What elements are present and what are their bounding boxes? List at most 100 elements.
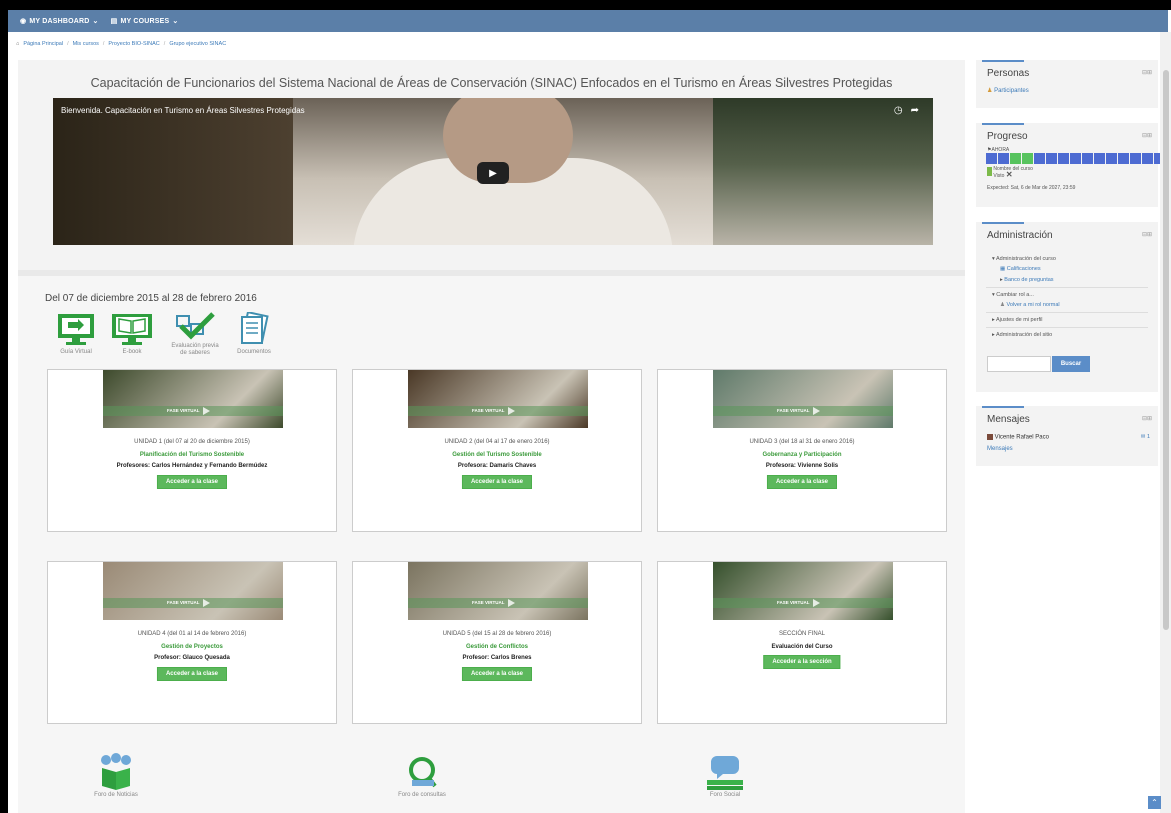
block-administracion: Administración ⊟⊞ ▾ Administración del c… xyxy=(976,222,1158,392)
unit-image xyxy=(713,562,893,620)
progress-square[interactable] xyxy=(1070,153,1081,164)
tool-label: Documentos xyxy=(237,349,271,355)
chevron-down-icon: ⌄ xyxy=(92,18,99,25)
tool-ebook[interactable]: E-book xyxy=(108,312,156,356)
progress-square[interactable] xyxy=(1118,153,1129,164)
legend-color-icon xyxy=(987,167,992,176)
unit-card-3: FASE VIRTUAL UNIDAD 3 (del 18 al 31 de e… xyxy=(657,369,947,532)
unit-card-final: FASE VIRTUAL SECCIÓN FINAL Evaluación de… xyxy=(657,561,947,724)
block-title: Progreso xyxy=(987,131,1028,142)
progress-legend: Nombre del curso Visto ✕ xyxy=(987,167,1033,179)
unit-image xyxy=(408,370,588,428)
nav-dashboard[interactable]: ◉ MY DASHBOARD ⌄ xyxy=(20,17,99,26)
block-collapse-icon[interactable]: ⊟⊞ xyxy=(1142,132,1152,139)
breadcrumb-item[interactable]: Mis cursos xyxy=(73,41,99,47)
participants-link[interactable]: ♟ Participantes xyxy=(987,87,1029,94)
block-mensajes: Mensajes ⊟⊞ Vicente Rafael Paco ✉ 1 Mens… xyxy=(976,406,1158,466)
scrollbar-thumb[interactable] xyxy=(1163,70,1169,630)
progress-square[interactable] xyxy=(1010,153,1021,164)
user-icon: ♟ xyxy=(987,88,993,94)
message-contact[interactable]: Vicente Rafael Paco xyxy=(987,434,1049,441)
block-collapse-icon[interactable]: ⊟⊞ xyxy=(1142,231,1152,238)
window-top-border xyxy=(0,0,1171,10)
unit-professor: Profesor: Carlos Brenes xyxy=(462,655,532,661)
tool-evaluacion[interactable]: Evaluación previa de saberes xyxy=(171,312,219,356)
fase-virtual-badge: FASE VIRTUAL xyxy=(408,406,588,416)
play-button[interactable]: ▶ xyxy=(477,162,509,184)
progress-square[interactable] xyxy=(1130,153,1141,164)
nav-dashboard-label: MY DASHBOARD xyxy=(29,17,90,25)
progress-square[interactable] xyxy=(1082,153,1093,164)
expected-date: Expected: Sat, 6 de Mar de 2027, 23:59 xyxy=(987,185,1076,191)
fase-virtual-badge: FASE VIRTUAL xyxy=(408,598,588,608)
nav-courses[interactable]: ▤ MY COURSES ⌄ xyxy=(111,17,179,26)
back-role-link[interactable]: ♟ Volver a mi rol normal xyxy=(1000,302,1060,308)
grades-link[interactable]: ▦ Calificaciones xyxy=(1000,266,1041,272)
breadcrumb-item[interactable]: Grupo ejecutivo SINAC xyxy=(169,41,226,47)
fase-virtual-badge: FASE VIRTUAL xyxy=(713,598,893,608)
scroll-to-top-button[interactable]: ⌃ xyxy=(1148,796,1161,809)
unit-image xyxy=(408,562,588,620)
progress-square[interactable] xyxy=(1094,153,1105,164)
site-admin-node[interactable]: ▸ Administración del sitio xyxy=(992,332,1052,338)
block-collapse-icon[interactable]: ⊟⊞ xyxy=(1142,69,1152,76)
block-personas: Personas ⊟⊞ ♟ Participantes xyxy=(976,60,1158,108)
home-icon: ⌂ xyxy=(16,41,20,47)
block-progreso: Progreso ⊟⊞ ⚑AHORA Nombre del curso Vist… xyxy=(976,123,1158,207)
breadcrumb-item[interactable]: Página Principal xyxy=(23,41,63,47)
question-bank-link[interactable]: ▸ Banco de preguntas xyxy=(1000,277,1054,283)
progress-square[interactable] xyxy=(1106,153,1117,164)
access-class-button[interactable]: Acceder a la clase xyxy=(156,667,228,681)
forum-questions[interactable]: Foro de consultas xyxy=(384,752,460,798)
access-section-button[interactable]: Acceder a la sección xyxy=(763,655,841,669)
unit-topic[interactable]: Gestión de Proyectos xyxy=(48,644,336,650)
ebook-icon xyxy=(112,314,152,345)
tool-label: Evaluación previa de saberes xyxy=(171,343,219,356)
unit-dates: UNIDAD 4 (del 01 al 14 de febrero 2016) xyxy=(137,631,247,637)
tool-guia-virtual[interactable]: Guía Virtual xyxy=(54,312,98,356)
unit-topic[interactable]: Planificación del Turismo Sostenible xyxy=(48,452,336,458)
access-class-button[interactable]: Acceder a la clase xyxy=(461,475,533,489)
welcome-video[interactable]: Bienvenida. Capacitación en Turismo en Á… xyxy=(53,98,933,245)
unit-professor: Profesora: Vivienne Solis xyxy=(765,463,839,469)
forum-social[interactable]: Foro Social xyxy=(690,752,760,798)
admin-search-input[interactable] xyxy=(987,356,1051,372)
unit-topic[interactable]: Gestión de Conflictos xyxy=(353,644,641,650)
progress-square[interactable] xyxy=(1034,153,1045,164)
unit-card-2: FASE VIRTUAL UNIDAD 2 (del 04 al 17 de e… xyxy=(352,369,642,532)
progress-square[interactable] xyxy=(1022,153,1033,164)
news-forum-icon xyxy=(101,753,131,790)
progress-square[interactable] xyxy=(1142,153,1153,164)
forum-news[interactable]: Foro de Noticias xyxy=(80,752,152,798)
profile-settings-node[interactable]: ▸ Ajustes de mi perfil xyxy=(992,317,1042,323)
unit-professor: Profesores: Carlos Hernández y Fernando … xyxy=(116,463,268,469)
unit-dates: SECCIÓN FINAL xyxy=(778,631,825,637)
block-title: Mensajes xyxy=(987,414,1030,425)
progress-square[interactable] xyxy=(986,153,997,164)
documents-icon xyxy=(241,312,269,344)
top-navbar: ◉ MY DASHBOARD ⌄ ▤ MY COURSES ⌄ xyxy=(8,10,1168,32)
progress-square[interactable] xyxy=(1058,153,1069,164)
progress-square[interactable] xyxy=(998,153,1009,164)
date-range: Del 07 de diciembre 2015 al 28 de febrer… xyxy=(45,293,257,304)
search-button[interactable]: Buscar xyxy=(1052,356,1090,372)
clock-icon[interactable]: ◷ xyxy=(894,105,903,116)
switch-role-node[interactable]: ▾ Cambiar rol a... xyxy=(992,292,1034,298)
monitor-icon xyxy=(58,314,94,345)
access-class-button[interactable]: Acceder a la clase xyxy=(156,475,228,489)
access-class-button[interactable]: Acceder a la clase xyxy=(766,475,838,489)
messages-link[interactable]: Mensajes xyxy=(987,446,1013,452)
unit-topic[interactable]: Gestión del Turismo Sostenible xyxy=(353,452,641,458)
share-icon[interactable]: ➦ xyxy=(911,105,919,116)
breadcrumb-item[interactable]: Proyecto BIO-SINAC xyxy=(108,41,159,47)
avatar xyxy=(987,434,993,440)
unit-topic[interactable]: Evaluación del Curso xyxy=(658,644,946,650)
message-count[interactable]: ✉ 1 xyxy=(1141,434,1150,440)
tool-documentos[interactable]: Documentos xyxy=(228,312,280,356)
progress-square[interactable] xyxy=(1046,153,1057,164)
course-admin-node[interactable]: ▾ Administración del curso xyxy=(992,256,1056,262)
access-class-button[interactable]: Acceder a la clase xyxy=(461,667,533,681)
unit-dates: UNIDAD 1 (del 07 al 20 de diciembre 2015… xyxy=(134,439,250,445)
block-collapse-icon[interactable]: ⊟⊞ xyxy=(1142,415,1152,422)
unit-topic[interactable]: Gobernanza y Participación xyxy=(658,452,946,458)
